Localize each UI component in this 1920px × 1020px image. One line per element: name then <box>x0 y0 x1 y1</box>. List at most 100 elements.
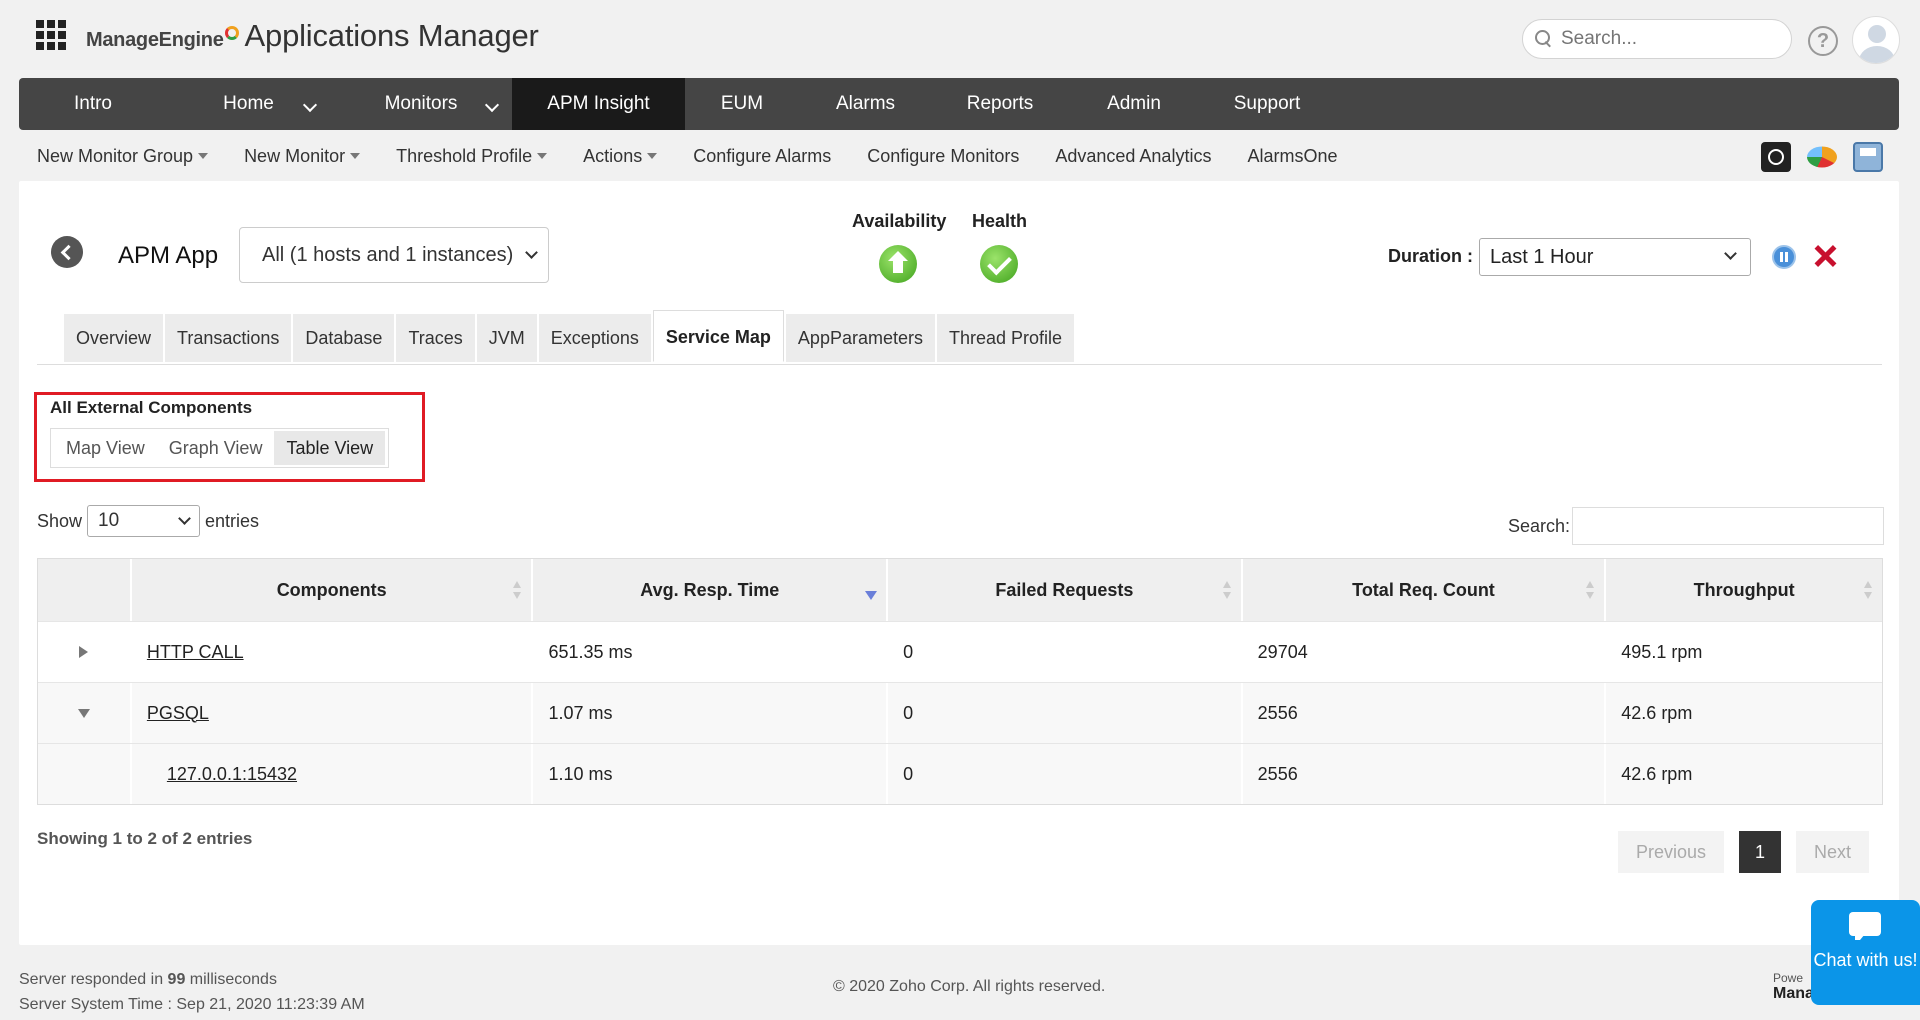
graph-view-tab[interactable]: Graph View <box>157 431 275 465</box>
tab-thread-profile[interactable]: Thread Profile <box>936 314 1075 362</box>
total-cell: 2556 <box>1242 683 1607 743</box>
column-header-label: Avg. Resp. Time <box>640 579 780 600</box>
page-length-value: 10 <box>98 510 120 531</box>
tab-exceptions[interactable]: Exceptions <box>538 314 651 362</box>
global-search[interactable] <box>1522 19 1792 59</box>
new-monitor-group-menu[interactable]: New Monitor Group <box>37 146 209 167</box>
expand-right-icon[interactable] <box>79 646 89 658</box>
table-info: Showing 1 to 2 of 2 entries <box>37 829 253 848</box>
column-header-avg-resp-time[interactable]: Avg. Resp. Time <box>533 559 889 621</box>
instance-select[interactable]: All (1 hosts and 1 instances) <box>239 227 549 283</box>
nav-label: Alarms <box>835 93 896 114</box>
camera-icon[interactable] <box>1761 142 1791 172</box>
tabs-divider <box>37 364 1882 365</box>
collapse-down-icon[interactable] <box>77 708 90 718</box>
avg-resp-cell: 1.10 ms <box>533 744 889 804</box>
tab-overview[interactable]: Overview <box>64 314 164 362</box>
tab-jvm[interactable]: JVM <box>476 314 537 362</box>
pie-chart-icon[interactable] <box>1807 146 1837 168</box>
monitor-tabs: Overview Transactions Database Traces JV… <box>64 310 1076 362</box>
duration-select-value: Last 1 Hour <box>1490 246 1594 268</box>
column-header-components[interactable]: Components <box>131 559 534 621</box>
chevron-down-icon <box>525 246 538 259</box>
tab-traces[interactable]: Traces <box>396 314 475 362</box>
view-switcher-highlight: All External Components Map View Graph V… <box>34 392 425 482</box>
page-1-button[interactable]: 1 <box>1739 831 1782 873</box>
brand-company: ManageEngine <box>86 29 224 51</box>
column-header-throughput[interactable]: Throughput <box>1606 559 1882 621</box>
column-header-total-req-count[interactable]: Total Req. Count <box>1242 559 1607 621</box>
nav-label: Admin <box>1107 93 1161 114</box>
duration-label: Duration : <box>1388 246 1473 266</box>
nav-eum[interactable]: EUM <box>685 78 799 130</box>
sub-item-label: Configure Monitors <box>867 145 1020 166</box>
component-link[interactable]: HTTP CALL <box>147 642 244 663</box>
expand-column-header <box>38 559 132 621</box>
throughput-cell: 495.1 rpm <box>1621 641 1703 662</box>
nav-monitors[interactable]: Monitors <box>330 78 512 130</box>
page-length-control: Show 10 entries <box>37 505 259 537</box>
nav-alarms[interactable]: Alarms <box>799 78 932 130</box>
user-avatar[interactable] <box>1852 16 1900 64</box>
actions-menu[interactable]: Actions <box>583 146 658 167</box>
back-arrow-icon[interactable] <box>51 236 83 268</box>
configure-monitors-link[interactable]: Configure Monitors <box>867 146 1019 167</box>
nav-reports[interactable]: Reports <box>932 78 1068 130</box>
server-time: Server System Time : Sep 21, 2020 11:23:… <box>19 996 365 1013</box>
next-page-button[interactable]: Next <box>1796 831 1870 873</box>
availability-up-icon[interactable] <box>879 245 917 283</box>
nav-intro[interactable]: Intro <box>19 78 167 130</box>
table-view-tab[interactable]: Table View <box>274 431 386 465</box>
sort-desc-icon <box>865 591 878 600</box>
nav-label: APM Insight <box>547 93 650 114</box>
tab-transactions[interactable]: Transactions <box>165 314 292 362</box>
print-icon[interactable] <box>1853 142 1883 172</box>
expand-cell <box>38 622 132 682</box>
show-label: Show <box>37 510 83 531</box>
sub-navigation: New Monitor Group New Monitor Threshold … <box>37 143 1373 169</box>
app-grid-icon[interactable] <box>36 20 66 50</box>
page-length-select[interactable]: 10 <box>87 505 201 537</box>
total-cell: 2556 <box>1242 744 1607 804</box>
nav-admin[interactable]: Admin <box>1068 78 1200 130</box>
tab-service-map[interactable]: Service Map <box>652 310 784 362</box>
view-tabs: Map View Graph View Table View <box>50 428 390 468</box>
throughput-cell: 42.6 rpm <box>1606 744 1882 804</box>
close-icon[interactable] <box>1812 243 1838 269</box>
toolbar-icons <box>1761 142 1899 172</box>
table-row: HTTP CALL 651.35 ms 0 29704 495.1 rpm <box>38 622 1882 683</box>
chat-widget-button[interactable]: Chat with us! <box>1811 900 1920 1005</box>
advanced-analytics-link[interactable]: Advanced Analytics <box>1055 146 1211 167</box>
nav-support[interactable]: Support <box>1200 78 1334 130</box>
tab-database[interactable]: Database <box>293 314 395 362</box>
previous-page-button[interactable]: Previous <box>1618 831 1725 873</box>
response-suffix: milliseconds <box>189 971 277 988</box>
map-view-tab[interactable]: Map View <box>54 431 157 465</box>
powered-by: Powe Mana <box>1773 970 1814 1002</box>
tab-appparameters[interactable]: AppParameters <box>785 314 935 362</box>
column-header-label: Components <box>276 579 387 600</box>
table-search-input[interactable] <box>1572 507 1885 545</box>
global-search-input[interactable] <box>1561 28 1761 50</box>
brand-logo[interactable]: ManageEngine Applications Manager <box>86 18 539 54</box>
column-header-label: Failed Requests <box>995 579 1134 600</box>
help-icon[interactable]: ? <box>1808 26 1838 56</box>
instance-link[interactable]: 127.0.0.1:15432 <box>167 764 297 785</box>
failed-cell: 0 <box>888 683 1243 743</box>
nav-apm-insight[interactable]: APM Insight <box>512 78 685 130</box>
threshold-profile-menu[interactable]: Threshold Profile <box>396 146 548 167</box>
component-link[interactable]: PGSQL <box>147 703 209 724</box>
nav-home[interactable]: Home <box>167 78 330 130</box>
total-cell: 29704 <box>1243 622 1607 682</box>
chevron-down-icon[interactable] <box>484 97 500 113</box>
column-header-failed-requests[interactable]: Failed Requests <box>888 559 1243 621</box>
chevron-down-icon[interactable] <box>302 97 318 113</box>
alarmsone-link[interactable]: AlarmsOne <box>1247 146 1337 167</box>
new-monitor-menu[interactable]: New Monitor <box>244 146 361 167</box>
health-ok-icon[interactable] <box>980 245 1018 283</box>
brand-product: Applications Manager <box>244 18 539 53</box>
duration-select[interactable]: Last 1 Hour <box>1479 238 1751 276</box>
nav-label: EUM <box>720 93 764 114</box>
pause-icon[interactable] <box>1772 245 1796 269</box>
configure-alarms-link[interactable]: Configure Alarms <box>693 146 831 167</box>
